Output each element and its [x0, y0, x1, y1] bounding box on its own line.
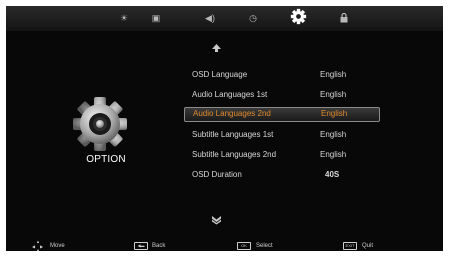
- select-hint: Select: [256, 243, 273, 249]
- lock-icon[interactable]: [334, 9, 354, 27]
- menu-item-label: Audio Languages 2nd: [193, 109, 271, 118]
- back-key-icon: ◀▬: [134, 242, 148, 250]
- menu-item-audio-languages-1st[interactable]: Audio Languages 1st English: [184, 88, 380, 103]
- menu-item-value: English: [320, 90, 347, 99]
- menu-item-osd-duration[interactable]: OSD Duration 40S: [184, 168, 380, 183]
- menu-item-value: English: [321, 109, 348, 118]
- menu-item-label: OSD Language: [192, 70, 248, 79]
- section-title: OPTION: [86, 154, 126, 165]
- select-key-icon: OK: [237, 242, 251, 250]
- menu-item-label: Subtitle Languages 2nd: [192, 150, 277, 159]
- quit-key-icon: EXIT: [343, 242, 357, 250]
- menu-item-audio-languages-2nd[interactable]: Audio Languages 2nd English: [184, 107, 380, 122]
- menu-item-subtitle-languages-1st[interactable]: Subtitle Languages 1st English: [184, 128, 380, 143]
- quit-hint: Quit: [362, 243, 374, 249]
- option-section: OPTION: [62, 96, 142, 176]
- dpad-icon: ▲ ◀ ▶ ▼: [32, 239, 44, 252]
- menu-item-label: Subtitle Languages 1st: [192, 130, 274, 139]
- clock-icon[interactable]: ◷: [243, 9, 263, 27]
- menu-item-value: English: [320, 130, 347, 139]
- scroll-up-icon[interactable]: [211, 43, 222, 56]
- menu-item-label: Audio Languages 1st: [192, 90, 268, 99]
- sound-icon[interactable]: ◀): [200, 9, 220, 27]
- scroll-down-icon[interactable]: [211, 215, 222, 228]
- menu-item-osd-language[interactable]: OSD Language English: [184, 68, 380, 83]
- screen-icon[interactable]: ▣: [146, 9, 166, 27]
- option-gear-icon[interactable]: [288, 7, 308, 25]
- menu-item-value: 40S: [325, 170, 340, 179]
- move-hint: Move: [50, 243, 65, 249]
- menu-item-label: OSD Duration: [192, 170, 242, 179]
- key-hint-bar: ▲ ◀ ▶ ▼ Move ◀▬ Back OK Select EXIT Quit: [6, 239, 443, 252]
- menu-item-value: English: [320, 70, 347, 79]
- back-hint: Back: [152, 243, 166, 249]
- tv-menu-screen: ☀ ▣ ◀) ◷ OPTION OSD Language English Aud…: [6, 6, 443, 251]
- picture-icon[interactable]: ☀: [114, 9, 134, 27]
- category-tab-bar: ☀ ▣ ◀) ◷: [6, 6, 443, 31]
- menu-item-subtitle-languages-2nd[interactable]: Subtitle Languages 2nd English: [184, 148, 380, 163]
- gear-icon: [73, 97, 127, 151]
- menu-item-value: English: [320, 150, 347, 159]
